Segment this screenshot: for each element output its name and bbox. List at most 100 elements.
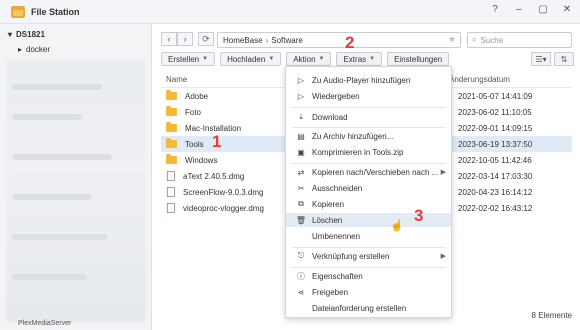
toolbar: Erstellen ▼ Hochladen ▼ Aktion ▼ Extras ▼ Ei… <box>161 52 450 66</box>
caret-down-icon: ▼ <box>318 56 325 62</box>
refresh-button[interactable]: ⟳ <box>198 32 214 46</box>
menu-item-delete[interactable]: 🗑 Löschen <box>286 213 451 227</box>
create-button[interactable]: Erstellen ▼ <box>161 52 216 66</box>
file-date: 2023-06-02 11:10:05 <box>458 107 532 117</box>
folder-icon <box>166 122 177 132</box>
menu-item-label: Wiedergeben <box>312 91 360 101</box>
action-label: Aktion <box>293 54 316 64</box>
column-header-date[interactable]: Änderungsdatum <box>449 75 510 84</box>
file-date: 2021-05-07 14:41:09 <box>458 91 533 101</box>
folder-icon <box>166 106 177 116</box>
shortcut-icon: ⎋ <box>297 251 305 260</box>
title-bar: File Station ? – ▢ ✕ <box>0 0 580 24</box>
window-title: File Station <box>31 6 80 17</box>
close-button[interactable]: ✕ <box>560 4 574 15</box>
maximize-button[interactable]: ▢ <box>536 4 550 15</box>
menu-item-compress[interactable]: ▣ Komprimieren in Tools.zip <box>286 145 451 159</box>
submenu-arrow-icon: ▶ <box>440 253 446 260</box>
folder-icon <box>166 90 177 100</box>
caret-down-icon: ▼ <box>369 56 376 62</box>
menu-item-label: Kopieren <box>312 199 345 209</box>
tree-root-ds1821[interactable]: ▾ DS1821 <box>8 30 45 39</box>
blurred-item <box>12 274 87 280</box>
path-segment[interactable]: HomeBase <box>223 36 263 45</box>
menu-item-label: Verknüpfung erstellen <box>312 251 390 261</box>
file-date: 2022-09-01 14:09:15 <box>458 123 533 133</box>
file-name: videoproc-vlogger.dmg <box>183 203 264 213</box>
upload-button[interactable]: Hochladen ▼ <box>220 52 282 66</box>
menu-item-file-request[interactable]: Dateianforderung erstellen <box>286 301 451 315</box>
menu-divider <box>292 107 446 108</box>
cut-icon: ✂ <box>297 183 305 193</box>
menu-item-create-shortcut[interactable]: ⎋ Verknüpfung erstellen ▶ <box>286 249 451 263</box>
path-bar[interactable]: HomeBase › Software ★ <box>217 32 461 48</box>
path-separator-icon: › <box>265 35 269 45</box>
step-marker-3: 3 <box>414 206 424 225</box>
menu-item-add-to-archive[interactable]: ▤ Zu Archiv hinzufügen... <box>286 129 451 143</box>
extras-button[interactable]: Extras ▼ <box>336 52 383 66</box>
menu-divider <box>292 267 446 268</box>
menu-item-label: Zu Audio-Player hinzufügen <box>312 75 411 85</box>
menu-item-share[interactable]: ⋖ Freigeben <box>286 285 451 299</box>
info-icon: ⓘ <box>297 271 305 281</box>
file-name: Windows <box>185 155 218 165</box>
menu-divider <box>292 163 446 164</box>
menu-item-label: Löschen <box>312 215 343 225</box>
menu-item-properties[interactable]: ⓘ Eigenschaften <box>286 269 451 283</box>
file-station-icon <box>11 5 25 18</box>
menu-item-label: Eigenschaften <box>312 271 363 281</box>
list-view-icon[interactable]: ☰▾ <box>531 52 551 66</box>
step-marker-1: 1 <box>212 132 222 151</box>
path-segment[interactable]: Software <box>271 36 303 45</box>
compress-icon: ▣ <box>297 147 305 157</box>
column-header-name[interactable]: Name <box>166 75 187 84</box>
window-controls: ? – ▢ ✕ <box>488 4 574 15</box>
folder-icon <box>166 138 177 148</box>
minimize-button[interactable]: – <box>512 4 526 15</box>
menu-item-copy-move-to[interactable]: ⇄ Kopieren nach/Verschieben nach ... ▶ <box>286 165 451 179</box>
expand-down-icon[interactable]: ▾ <box>8 30 12 39</box>
archive-icon: ▤ <box>297 131 305 141</box>
extras-label: Extras <box>343 54 367 64</box>
caret-down-icon: ▼ <box>202 56 209 62</box>
menu-item-play[interactable]: ▷ Wiedergeben <box>286 89 451 103</box>
menu-divider <box>292 127 446 128</box>
menu-item-add-to-audio-player[interactable]: ▷ Zu Audio-Player hinzufügen <box>286 73 451 87</box>
tree-item-label: docker <box>26 45 51 54</box>
tree-item-docker[interactable]: ▸ docker <box>18 45 50 54</box>
forward-button[interactable]: › <box>177 32 193 46</box>
menu-item-download[interactable]: ⤓ Download <box>286 110 451 124</box>
context-menu: ▷ Zu Audio-Player hinzufügen ▷ Wiedergeb… <box>285 66 452 318</box>
action-button[interactable]: Aktion ▼ <box>286 52 332 66</box>
blurred-item <box>12 114 82 120</box>
menu-item-label: Download <box>312 112 348 122</box>
expand-right-icon[interactable]: ▸ <box>18 45 22 54</box>
favorite-star-icon[interactable]: ★ <box>448 34 456 45</box>
menu-item-label: Freigeben <box>312 287 349 297</box>
settings-button[interactable]: Einstellungen <box>387 52 450 66</box>
help-button[interactable]: ? <box>488 4 502 15</box>
download-icon: ⤓ <box>299 112 303 121</box>
folder-icon <box>166 154 177 164</box>
menu-item-rename[interactable]: Umbenennen <box>286 229 451 243</box>
sort-icon[interactable]: ⇅ <box>554 52 574 66</box>
blurred-item <box>12 234 107 240</box>
menu-item-label: Umbenennen <box>312 231 361 241</box>
share-icon: ⋖ <box>297 287 305 297</box>
file-icon <box>167 203 175 213</box>
back-button[interactable]: ‹ <box>161 32 177 46</box>
blurred-folder-list <box>6 60 146 322</box>
tree-root-label: DS1821 <box>16 30 45 39</box>
menu-item-label: Kopieren nach/Verschieben nach ... <box>312 167 439 177</box>
file-name: Adobe <box>185 91 209 101</box>
search-input[interactable]: ⌕ Suche <box>467 32 572 48</box>
status-count: 8 Elemente <box>531 311 572 320</box>
menu-item-label: Komprimieren in Tools.zip <box>312 147 404 157</box>
tree-item-plexmediaserver[interactable]: PlexMediaServer <box>18 320 71 327</box>
search-placeholder: Suche <box>480 35 504 45</box>
menu-item-cut[interactable]: ✂ Ausschneiden <box>286 181 451 195</box>
menu-item-label: Dateianforderung erstellen <box>312 303 407 313</box>
trash-icon: 🗑 <box>295 215 307 225</box>
menu-divider <box>292 247 446 248</box>
menu-item-copy[interactable]: ⧉ Kopieren <box>286 197 451 211</box>
